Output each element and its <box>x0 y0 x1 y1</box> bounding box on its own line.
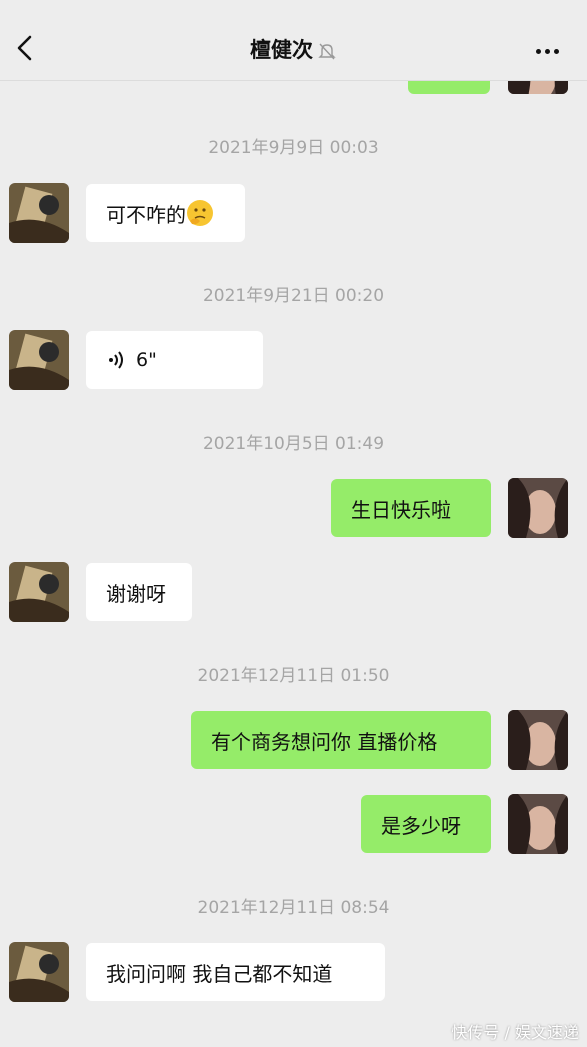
my-avatar[interactable] <box>508 794 568 854</box>
my-avatar[interactable] <box>508 710 568 770</box>
contact-avatar[interactable] <box>9 942 69 1002</box>
timestamp: 2021年12月11日 08:54 <box>197 898 390 918</box>
message-text: 我问问啊 我自己都不知道 <box>106 961 333 986</box>
bell-slash-icon <box>318 43 336 60</box>
chat-header: 檀健次 <box>0 0 587 81</box>
my-avatar[interactable] <box>508 478 568 538</box>
chat-title: 檀健次 <box>250 38 313 62</box>
incoming-voice-message[interactable]: 6" <box>86 331 263 389</box>
contact-avatar[interactable] <box>9 330 69 390</box>
outgoing-message[interactable]: 有个商务想问你 直播价格 <box>191 711 491 769</box>
incoming-message[interactable]: 我问问啊 我自己都不知道 <box>86 943 385 1001</box>
thinking-face-emoji <box>187 200 213 226</box>
timestamp: 2021年9月9日 00:03 <box>208 138 379 158</box>
voice-duration: 6" <box>136 349 157 371</box>
outgoing-message[interactable]: 是多少呀 <box>361 795 491 853</box>
voice-wave-icon <box>109 351 123 369</box>
chat-title-area: 檀健次 <box>0 34 587 64</box>
outgoing-message[interactable]: 生日快乐啦 <box>331 479 491 537</box>
watermark: 快传号 / 娱文速递 <box>451 1023 579 1042</box>
message-text: 谢谢呀 <box>106 581 166 606</box>
message-text: 生日快乐啦 <box>351 497 451 522</box>
message-text: 可不咋的 <box>106 202 186 227</box>
timestamp: 2021年10月5日 01:49 <box>202 434 385 454</box>
message-text: 是多少呀 <box>381 813 461 838</box>
contact-avatar[interactable] <box>9 183 69 243</box>
timestamp: 2021年9月21日 00:20 <box>202 286 385 306</box>
message-text: 有个商务想问你 直播价格 <box>211 729 438 754</box>
timestamp: 2021年12月11日 01:50 <box>197 666 390 686</box>
incoming-message[interactable]: 谢谢呀 <box>86 563 192 621</box>
contact-avatar[interactable] <box>9 562 69 622</box>
more-dots-icon[interactable] <box>534 44 561 54</box>
incoming-message[interactable]: 可不咋的 <box>86 184 245 242</box>
